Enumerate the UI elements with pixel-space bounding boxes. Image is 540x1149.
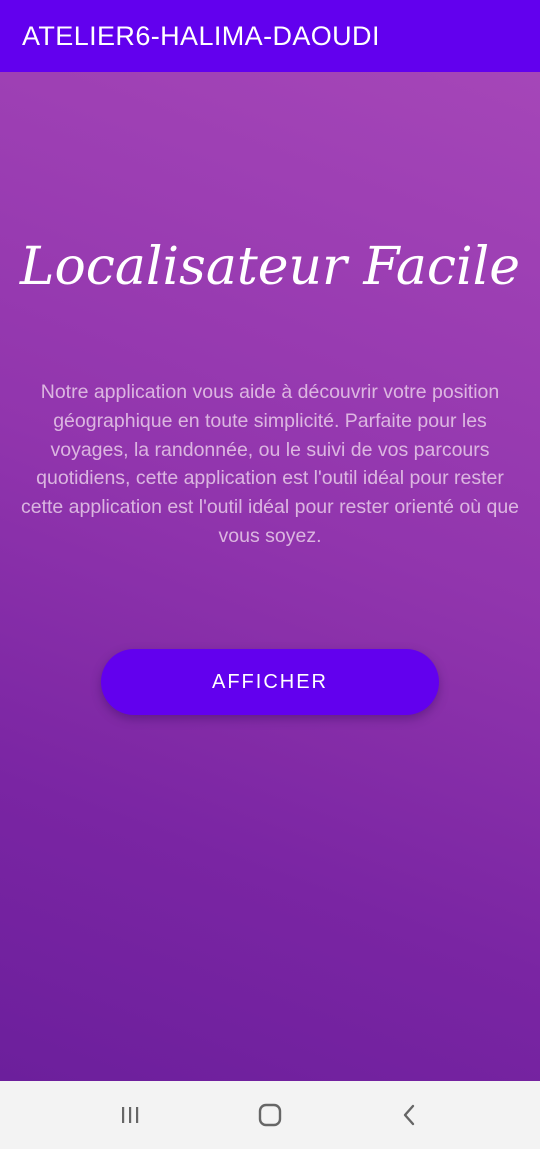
recent-apps-button[interactable] (100, 1085, 160, 1145)
app-bar: ATELIER6-HALIMA-DAOUDI (0, 0, 540, 72)
system-navigation-bar (0, 1081, 540, 1149)
app-screen: ATELIER6-HALIMA-DAOUDI Localisateur Faci… (0, 0, 540, 1149)
main-content: Localisateur Facile Notre application vo… (0, 72, 540, 1081)
app-description: Notre application vous aide à découvrir … (20, 381, 520, 547)
recent-apps-icon (122, 1107, 139, 1123)
back-icon (403, 1104, 415, 1126)
afficher-button[interactable]: AFFICHER (101, 649, 439, 715)
back-button[interactable] (380, 1085, 440, 1145)
page-title: Localisateur Facile (19, 237, 521, 297)
home-button[interactable] (240, 1085, 300, 1145)
home-icon (258, 1103, 282, 1127)
app-bar-title: ATELIER6-HALIMA-DAOUDI (22, 20, 380, 51)
